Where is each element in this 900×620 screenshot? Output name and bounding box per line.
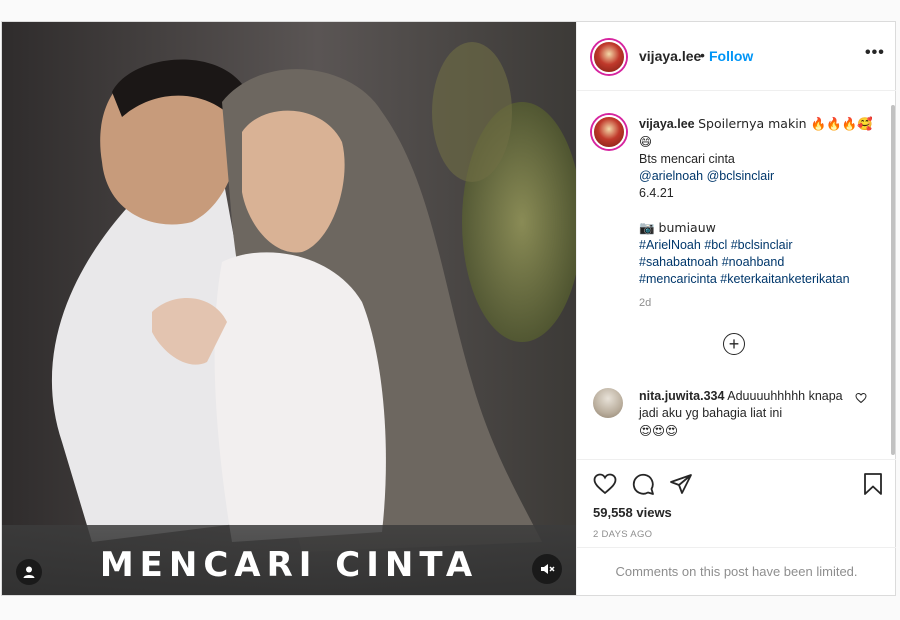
post-header: vijaya.lee • Follow •••: [577, 22, 896, 91]
caption-date: 6.4.21: [639, 186, 674, 200]
muted-speaker-icon[interactable]: [532, 554, 562, 584]
commenter-username[interactable]: nita.juwita.334: [639, 389, 724, 403]
caption-emoji-line: 😄: [639, 134, 653, 149]
comment-like-heart-icon[interactable]: [855, 392, 867, 407]
post-card: MENCARI CINTA vijaya.lee • Follow ••• vi…: [1, 21, 896, 596]
post-timestamp[interactable]: 2 DAYS AGO: [593, 529, 652, 540]
comments-section: vijaya.lee Spoilernya makin 🔥🔥🔥🥰 😄 Bts m…: [577, 91, 896, 459]
post-username[interactable]: vijaya.lee: [639, 48, 701, 64]
hashtag-link[interactable]: #sahabatnoah #noahband: [639, 255, 784, 269]
post-caption: vijaya.lee Spoilernya makin 🔥🔥🔥🥰 😄 Bts m…: [639, 115, 884, 288]
more-options-icon[interactable]: •••: [865, 44, 885, 62]
hashtag-link[interactable]: #mencaricinta #keterkaitanketerikatan: [639, 272, 850, 286]
caption-location: 📷 bumiauw: [639, 220, 716, 235]
bookmark-icon[interactable]: [861, 472, 885, 496]
caption-username[interactable]: vijaya.lee: [639, 117, 695, 131]
separator-dot: •: [700, 47, 705, 63]
caption-time: 2d: [639, 297, 652, 309]
plus-circle-icon[interactable]: +: [723, 333, 745, 355]
mention-link[interactable]: @arielnoah: [639, 169, 703, 183]
view-count[interactable]: 59,558 views: [593, 505, 672, 520]
caption-text: Spoilernya makin 🔥🔥🔥🥰: [698, 116, 873, 131]
user-icon[interactable]: [16, 559, 42, 585]
video-frame: [2, 22, 576, 595]
caption-avatar[interactable]: [592, 115, 626, 149]
hashtag-link[interactable]: #ArielNoah #bcl #bclsinclair: [639, 238, 793, 252]
mention-link[interactable]: @bclsinclair: [707, 169, 775, 183]
caption-line: Bts mencari cinta: [639, 152, 735, 166]
comment-emojis: 😍😍😍: [639, 423, 679, 438]
commenter-avatar[interactable]: [593, 388, 623, 418]
avatar[interactable]: [592, 40, 626, 74]
share-icon[interactable]: [669, 472, 693, 496]
video-caption-text: MENCARI CINTA: [99, 545, 479, 585]
heart-icon[interactable]: [593, 472, 617, 496]
comments-scrollbar[interactable]: [891, 105, 895, 455]
post-sidebar: vijaya.lee • Follow ••• vijaya.lee Spoil…: [576, 22, 896, 595]
post-actions: 59,558 views 2 DAYS AGO Comments on this…: [577, 459, 896, 596]
comments-limited-notice: Comments on this post have been limited.: [577, 547, 896, 596]
follow-button[interactable]: Follow: [709, 48, 753, 64]
comment-icon[interactable]: [631, 472, 655, 496]
post-video[interactable]: MENCARI CINTA: [2, 22, 576, 595]
comment-item: nita.juwita.334 Aduuuuhhhhh knapa jadi a…: [639, 388, 859, 440]
